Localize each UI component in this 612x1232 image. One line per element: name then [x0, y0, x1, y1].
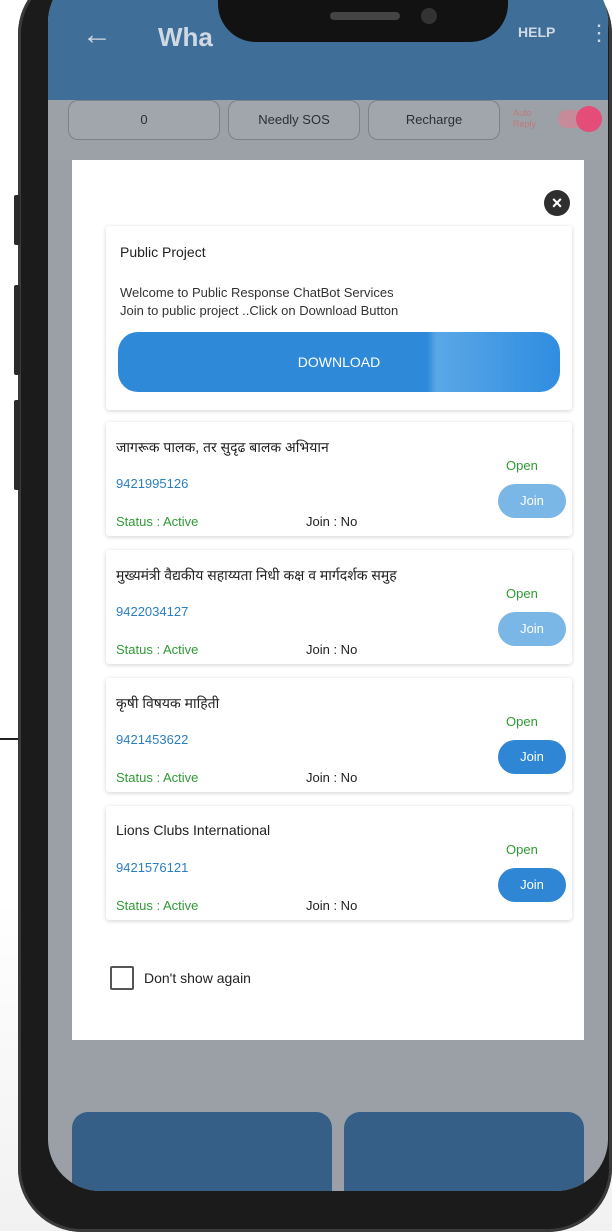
dont-show-label: Don't show again	[144, 970, 251, 986]
item-status: Status : Active	[116, 642, 199, 657]
list-item: मुख्यमंत्री वैद्यकीय सहाय्यता निधी कक्ष …	[106, 550, 572, 664]
phone-button	[14, 400, 20, 490]
item-title: Lions Clubs International	[116, 822, 271, 838]
item-join-state: Join : No	[306, 770, 358, 785]
item-join-state: Join : No	[306, 898, 358, 913]
item-open-label: Open	[506, 842, 538, 857]
phone-notch	[218, 0, 508, 42]
auto-reply-label: Auto Reply	[513, 108, 537, 129]
public-project-title: Public Project	[120, 244, 206, 260]
item-title: मुख्यमंत्री वैद्यकीय सहाय्यता निधी कक्ष …	[116, 567, 397, 583]
item-phone[interactable]: 9422034127	[116, 604, 188, 619]
dont-show-checkbox[interactable]	[110, 966, 134, 990]
recharge-button[interactable]: Recharge	[368, 100, 500, 140]
list-item: Lions Clubs International 9421576121 Sta…	[106, 806, 572, 920]
download-button[interactable]: DOWNLOAD	[118, 332, 560, 392]
join-button[interactable]: Join	[498, 612, 566, 646]
camera-icon	[421, 8, 437, 24]
close-icon[interactable]: ×	[544, 190, 570, 216]
bottom-button-left[interactable]	[72, 1112, 332, 1191]
public-project-dialog: × Public Project Welcome to Public Respo…	[72, 160, 584, 1040]
item-join-state: Join : No	[306, 642, 358, 657]
join-button[interactable]: Join	[498, 740, 566, 774]
needy-sos-button[interactable]: Needly SOS	[228, 100, 360, 140]
counter-box: 0	[68, 100, 220, 140]
item-phone[interactable]: 9421995126	[116, 476, 188, 491]
item-phone[interactable]: 9421576121	[116, 860, 188, 875]
public-project-description: Welcome to Public Response ChatBot Servi…	[120, 284, 560, 320]
toggle-knob	[576, 106, 602, 132]
list-item: कृषी विषयक माहिती 9421453622 Status : Ac…	[106, 678, 572, 792]
item-open-label: Open	[506, 586, 538, 601]
join-button[interactable]: Join	[498, 868, 566, 902]
speaker-icon	[330, 12, 400, 20]
item-open-label: Open	[506, 458, 538, 473]
list-item: जागरूक पालक, तर सुदृढ बालक अभियान 942199…	[106, 422, 572, 536]
public-project-card: Public Project Welcome to Public Respons…	[106, 226, 572, 410]
item-status: Status : Active	[116, 770, 199, 785]
item-open-label: Open	[506, 714, 538, 729]
help-link[interactable]: HELP	[518, 24, 555, 40]
phone-button	[14, 195, 20, 245]
item-status: Status : Active	[116, 514, 199, 529]
more-vert-icon[interactable]: ⋮	[588, 20, 608, 46]
item-title: कृषी विषयक माहिती	[116, 695, 220, 711]
phone-button	[14, 285, 20, 375]
item-status: Status : Active	[116, 898, 199, 913]
item-title: जागरूक पालक, तर सुदृढ बालक अभियान	[116, 439, 329, 455]
bottom-button-right[interactable]	[344, 1112, 584, 1191]
join-button[interactable]: Join	[498, 484, 566, 518]
item-phone[interactable]: 9421453622	[116, 732, 188, 747]
phone-screen: ← Wha HELP ⋮ 0 Needly SOS Recharge Auto …	[48, 0, 608, 1191]
arrow-left-icon[interactable]: ←	[82, 18, 112, 52]
item-join-state: Join : No	[306, 514, 358, 529]
counter-value: 0	[140, 112, 148, 127]
app-title: Wha	[158, 22, 213, 52]
phone-frame: ← Wha HELP ⋮ 0 Needly SOS Recharge Auto …	[14, 0, 612, 1232]
description-line-2: Join to public project ..Click on Downlo…	[120, 303, 399, 318]
description-line-1: Welcome to Public Response ChatBot Servi…	[120, 285, 394, 300]
